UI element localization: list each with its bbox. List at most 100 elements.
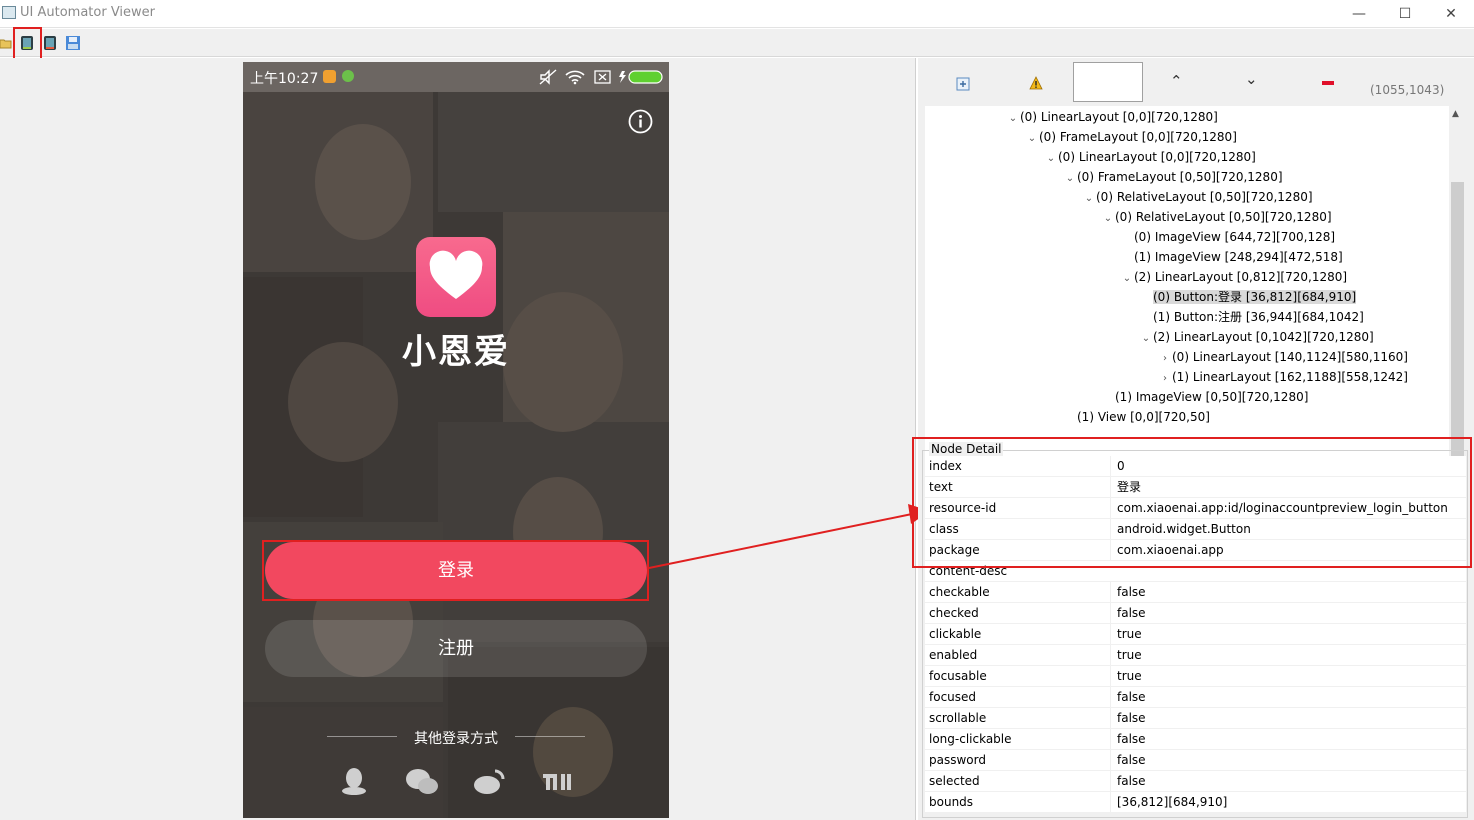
battery-icon xyxy=(619,70,663,84)
main-toolbar xyxy=(0,29,1474,57)
property-value: false xyxy=(1110,771,1466,792)
tree-node-label: (0) LinearLayout [140,1124][580,1160] xyxy=(1172,350,1408,364)
device-screenshot-compressed-icon[interactable] xyxy=(42,35,58,51)
property-key: scrollable xyxy=(929,711,987,725)
notification-icon xyxy=(342,70,354,82)
save-icon[interactable] xyxy=(65,35,81,51)
property-row[interactable]: bounds [36,812][684,910] xyxy=(925,792,1466,813)
window-title: UI Automator Viewer xyxy=(20,5,156,20)
property-row[interactable]: clickable true xyxy=(925,624,1466,645)
coordinates-readout: (1055,1043) xyxy=(1370,83,1445,97)
tree-node[interactable]: (1) ImageView [248,294][472,518] xyxy=(1120,248,1343,266)
hierarchy-tree[interactable]: ⌄ (0) LinearLayout [0,0][720,1280] ⌄ (0) Fr… xyxy=(925,106,1457,479)
property-row[interactable]: scrollable false xyxy=(925,708,1466,729)
minimize-button[interactable]: — xyxy=(1336,0,1382,28)
property-row[interactable]: selected false xyxy=(925,771,1466,792)
maximize-button[interactable]: ☐ xyxy=(1382,0,1428,28)
tree-collapsed-icon[interactable]: › xyxy=(1158,350,1172,368)
clear-toggle-icon[interactable] xyxy=(1322,81,1334,85)
tree-expanded-icon[interactable]: ⌄ xyxy=(1063,170,1077,188)
property-value: false xyxy=(1110,729,1466,750)
tree-node[interactable]: › (1) LinearLayout [162,1188][558,1242] xyxy=(1158,368,1408,386)
tree-node[interactable]: ⌄ (2) LinearLayout [0,812][720,1280] xyxy=(1120,268,1347,286)
scroll-up-icon[interactable]: ▲ xyxy=(1452,109,1459,119)
tree-node-label: (1) LinearLayout [162,1188][558,1242] xyxy=(1172,370,1408,384)
tree-node[interactable]: › (0) LinearLayout [140,1124][580,1160] xyxy=(1158,348,1408,366)
tree-node-label: (2) LinearLayout [0,812][720,1280] xyxy=(1134,270,1348,284)
property-row[interactable]: checkable false xyxy=(925,582,1466,603)
tree-node[interactable]: ⌄ (0) RelativeLayout [0,50][720,1280] xyxy=(1082,188,1313,206)
tree-node[interactable]: ⌄ (0) FrameLayout [0,50][720,1280] xyxy=(1063,168,1283,186)
tree-node[interactable]: (1) Button:注册 [36,944][684,1042] xyxy=(1139,308,1364,326)
node-preview-box xyxy=(1073,62,1143,102)
tree-node[interactable]: ⌄ (0) FrameLayout [0,0][720,1280] xyxy=(1025,128,1237,146)
weibo-icon[interactable] xyxy=(473,768,505,796)
open-folder-icon[interactable] xyxy=(0,37,12,49)
scroll-thumb[interactable] xyxy=(1451,182,1464,460)
qq-icon[interactable] xyxy=(341,766,367,796)
property-row[interactable]: enabled true xyxy=(925,645,1466,666)
tree-expanded-icon[interactable]: ⌄ xyxy=(1101,210,1115,228)
app-logo-heart-icon xyxy=(416,237,496,317)
property-row[interactable]: focused false xyxy=(925,687,1466,708)
tree-expanded-icon[interactable]: ⌄ xyxy=(1044,150,1058,168)
divider-line xyxy=(515,736,585,737)
tree-node[interactable]: ⌄ (0) LinearLayout [0,0][720,1280] xyxy=(1006,108,1218,126)
tree-node[interactable]: ⌄ (0) LinearLayout [0,0][720,1280] xyxy=(1044,148,1256,166)
close-button[interactable]: ✕ xyxy=(1428,0,1474,28)
register-button[interactable]: 注册 xyxy=(265,620,647,677)
property-value: false xyxy=(1110,750,1466,771)
warning-icon[interactable] xyxy=(1029,76,1043,90)
property-key: password xyxy=(929,753,986,767)
tree-node-label: (2) LinearLayout [0,1042][720,1280] xyxy=(1153,330,1374,344)
login-button-highlight xyxy=(262,540,649,601)
ui-automator-viewer-window: UI Automator Viewer — ☐ ✕ 上午10:27 小恩爱 登录… xyxy=(0,0,1474,820)
tree-node-label: (1) ImageView [248,294][472,518] xyxy=(1134,250,1343,264)
mi-icon[interactable] xyxy=(542,772,572,792)
device-screen[interactable]: 上午10:27 小恩爱 登录 注册 其他登录方式 xyxy=(243,62,669,818)
android-status-bar: 上午10:27 xyxy=(243,62,669,92)
background-photo-collage xyxy=(243,62,669,818)
previous-node-icon[interactable]: ⌃ xyxy=(1170,72,1183,90)
tree-expanded-icon[interactable]: ⌄ xyxy=(1082,190,1096,208)
property-value: true xyxy=(1110,645,1466,666)
tree-node[interactable]: ⌄ (2) LinearLayout [0,1042][720,1280] xyxy=(1139,328,1374,346)
other-login-label: 其他登录方式 xyxy=(414,731,498,747)
wechat-icon[interactable] xyxy=(405,768,439,796)
tree-scrollbar[interactable]: ▲ ▼ xyxy=(1449,106,1466,479)
tree-expanded-icon[interactable]: ⌄ xyxy=(1025,130,1039,148)
expand-all-icon[interactable] xyxy=(956,77,970,91)
sim-off-icon xyxy=(594,70,611,84)
tree-node-label: (0) RelativeLayout [0,50][720,1280] xyxy=(1115,210,1332,224)
tree-node[interactable]: ⌄ (0) RelativeLayout [0,50][720,1280] xyxy=(1101,208,1332,226)
divider-line xyxy=(327,736,397,737)
property-key: enabled xyxy=(929,648,978,662)
tree-node[interactable]: (0) Button:登录 [36,812][684,910] xyxy=(1139,288,1357,306)
property-row[interactable]: focusable true xyxy=(925,666,1466,687)
info-icon[interactable] xyxy=(628,109,653,134)
node-detail-highlight xyxy=(912,437,1472,568)
tree-expanded-icon[interactable]: ⌄ xyxy=(1120,270,1134,288)
property-value: true xyxy=(1110,624,1466,645)
notification-icon xyxy=(323,70,336,83)
tree-node[interactable]: (1) View [0,0][720,50] xyxy=(1063,408,1210,426)
tree-node-label: (1) Button:注册 [36,944][684,1042] xyxy=(1153,310,1364,324)
tree-expanded-icon[interactable]: ⌄ xyxy=(1139,330,1153,348)
property-key: clickable xyxy=(929,627,982,641)
property-value: false xyxy=(1110,582,1466,603)
tree-node-label: (0) LinearLayout [0,0][720,1280] xyxy=(1020,110,1218,124)
property-row[interactable]: long-clickable false xyxy=(925,729,1466,750)
property-key: focused xyxy=(929,690,977,704)
property-key: long-clickable xyxy=(929,732,1012,746)
tree-expanded-icon[interactable]: ⌄ xyxy=(1006,110,1020,128)
property-row[interactable]: password false xyxy=(925,750,1466,771)
tree-node[interactable]: (0) ImageView [644,72][700,128] xyxy=(1120,228,1335,246)
mute-icon xyxy=(539,69,557,85)
tree-node[interactable]: (1) ImageView [0,50][720,1280] xyxy=(1101,388,1308,406)
property-key: checked xyxy=(929,606,979,620)
tree-node-label: (1) View [0,0][720,50] xyxy=(1077,410,1210,424)
tree-node-label: (0) FrameLayout [0,50][720,1280] xyxy=(1077,170,1283,184)
tree-collapsed-icon[interactable]: › xyxy=(1158,370,1172,388)
property-row[interactable]: checked false xyxy=(925,603,1466,624)
next-node-icon[interactable]: ⌄ xyxy=(1245,70,1258,88)
